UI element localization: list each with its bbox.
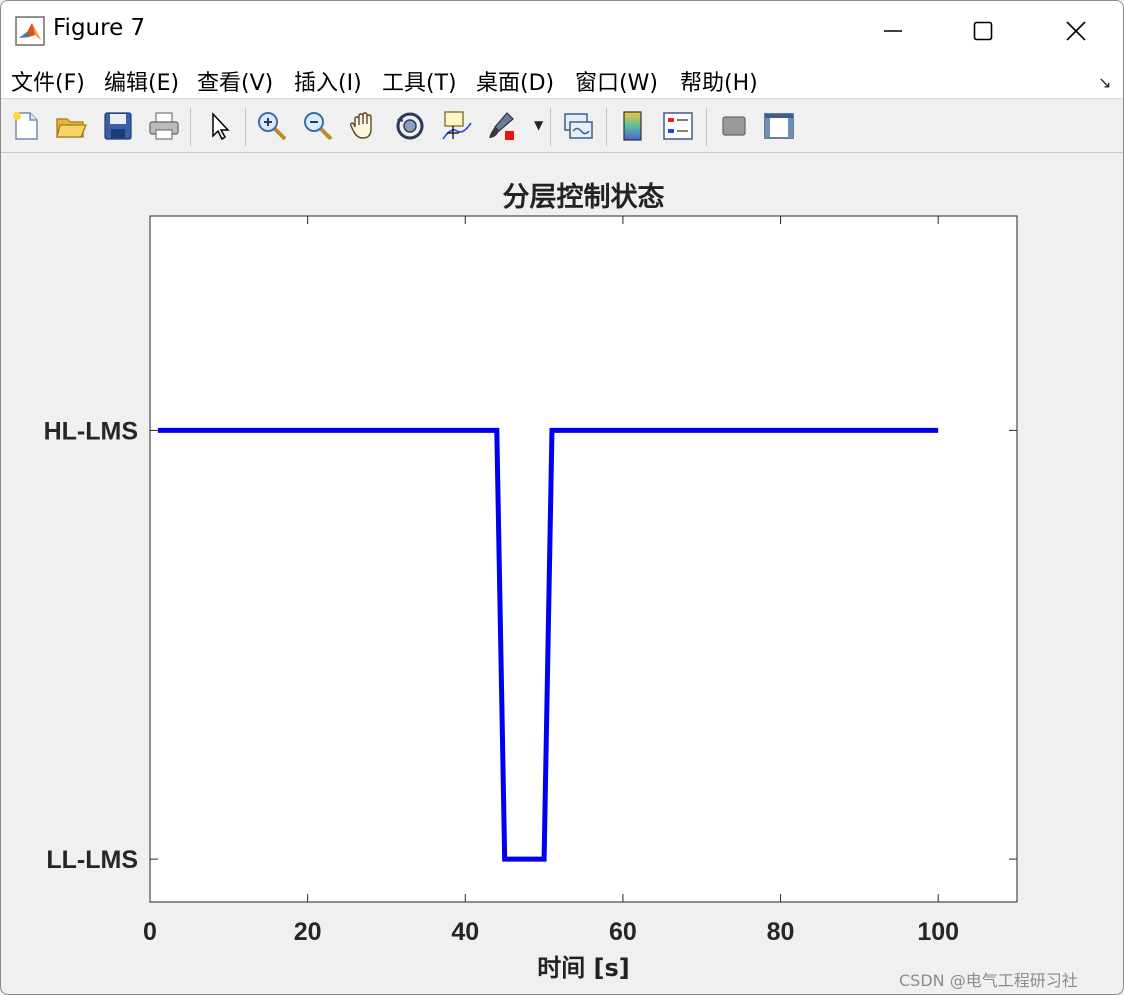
minimize-icon	[884, 30, 902, 32]
legend-icon[interactable]	[661, 109, 695, 143]
menu-edit[interactable]: 编辑(E)	[104, 65, 179, 97]
toolbar: ▼	[1, 100, 1123, 153]
window-title: Figure 7	[53, 15, 146, 41]
maximize-icon	[973, 21, 993, 41]
y-tick-label: LL-LMS	[46, 846, 138, 874]
expand-arrow-icon[interactable]: ↘	[1098, 73, 1111, 92]
axes-background[interactable]	[149, 215, 1018, 903]
zoom-in-icon[interactable]	[255, 109, 289, 143]
print-icon[interactable]	[147, 109, 181, 143]
brush-icon[interactable]	[485, 109, 519, 143]
brush-dropdown-icon[interactable]: ▼	[534, 118, 543, 132]
hide-plot-tools-icon[interactable]	[717, 109, 751, 143]
x-axis-label: 时间 [s]	[537, 954, 630, 982]
y-tick-label: HL-LMS	[44, 417, 138, 445]
close-icon	[1066, 21, 1086, 41]
menu-view[interactable]: 查看(V)	[197, 65, 273, 97]
watermark: CSDN @电气工程研习社	[899, 971, 1078, 990]
data-cursor-icon[interactable]	[439, 109, 473, 143]
x-tick-label: 80	[767, 918, 795, 946]
menu-bar: 文件(F) 编辑(E) 查看(V) 插入(I) 工具(T) 桌面(D) 窗口(W…	[1, 61, 1123, 99]
minimize-button[interactable]	[846, 1, 940, 61]
menu-desktop[interactable]: 桌面(D)	[476, 65, 554, 97]
x-tick-label: 40	[451, 918, 479, 946]
zoom-out-icon[interactable]	[301, 109, 335, 143]
x-tick-label: 20	[294, 918, 322, 946]
maximize-button[interactable]	[936, 1, 1030, 61]
pan-hand-icon[interactable]	[347, 109, 381, 143]
save-icon[interactable]	[101, 109, 135, 143]
toolbar-separator	[706, 108, 707, 146]
toolbar-separator	[550, 108, 551, 146]
figure-window: Figure 7 文件(F) 编辑(E) 查看(V) 插入(I) 工具(T) 桌…	[0, 0, 1124, 995]
matlab-icon	[15, 16, 45, 46]
x-tick-label: 60	[609, 918, 637, 946]
link-plot-icon[interactable]	[561, 109, 595, 143]
rotate-3d-icon[interactable]	[393, 109, 427, 143]
toolbar-separator	[190, 108, 191, 146]
open-file-icon[interactable]	[54, 109, 88, 143]
menu-window[interactable]: 窗口(W)	[575, 65, 658, 97]
plot-svg: 分层控制状态 时间 [s] 0 20 40 60 80 100 LL-LMS HL-LMS	[44, 182, 1018, 982]
x-tick-label: 0	[143, 918, 157, 946]
figure-canvas[interactable]: 分层控制状态 时间 [s] 0 20 40 60 80 100 LL-LMS HL-LMS	[4, 154, 1121, 992]
menu-help[interactable]: 帮助(H)	[680, 65, 758, 97]
menu-file[interactable]: 文件(F)	[11, 65, 85, 97]
title-bar: Figure 7	[1, 1, 1123, 61]
select-pointer-icon[interactable]	[203, 109, 237, 143]
menu-tools[interactable]: 工具(T)	[382, 65, 457, 97]
close-button[interactable]	[1029, 1, 1123, 61]
toolbar-separator	[606, 108, 607, 146]
menu-insert[interactable]: 插入(I)	[294, 65, 362, 97]
toolbar-separator	[245, 108, 246, 146]
chart-title: 分层控制状态	[503, 182, 665, 213]
x-tick-label: 100	[917, 918, 959, 946]
new-figure-icon[interactable]	[9, 109, 43, 143]
show-plot-tools-icon[interactable]	[762, 109, 796, 143]
colorbar-icon[interactable]	[616, 109, 650, 143]
